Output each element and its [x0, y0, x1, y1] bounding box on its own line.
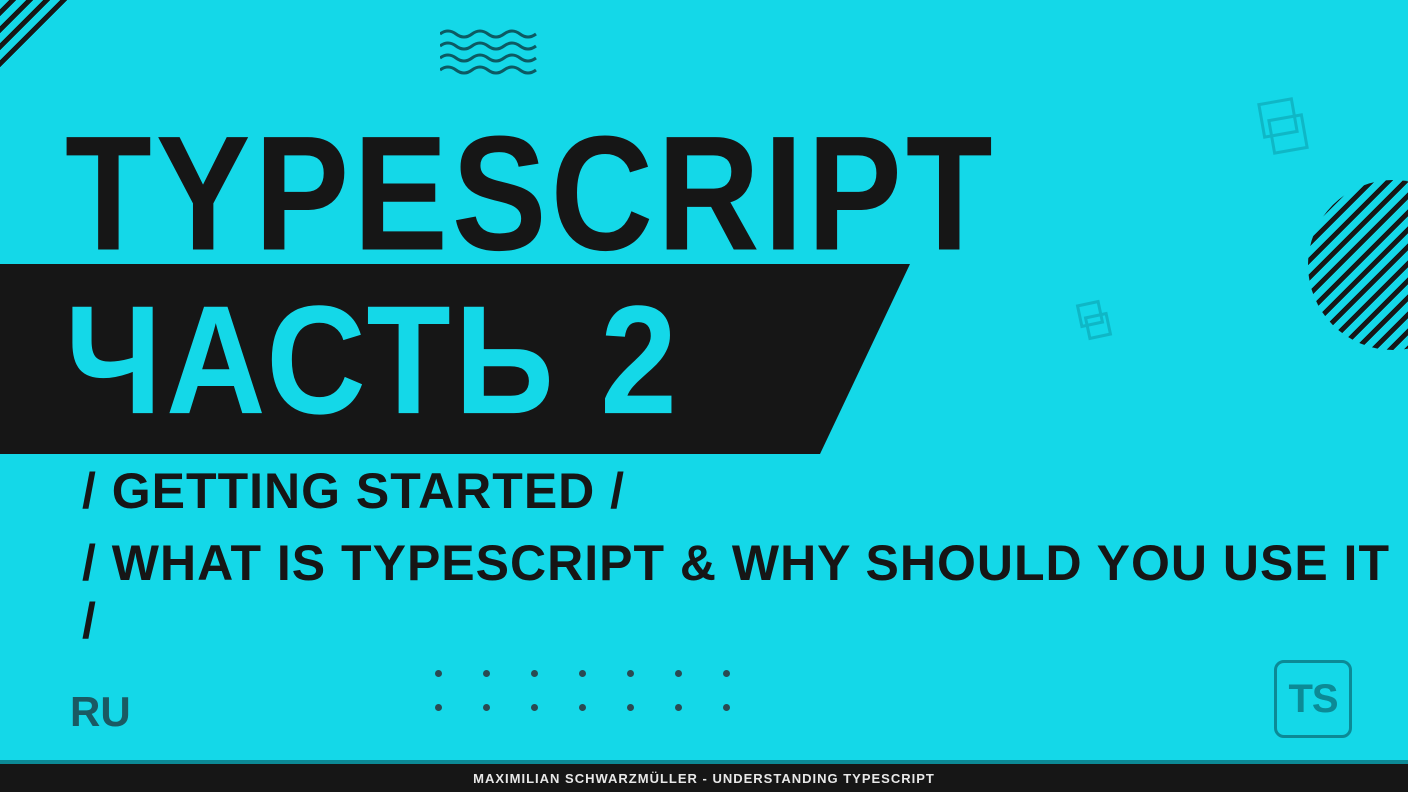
diagonal-circle-decoration — [1308, 180, 1408, 350]
typescript-logo: TS — [1274, 660, 1352, 738]
footer-bar: MAXIMILIAN SCHWARZMÜLLER - UNDERSTANDING… — [0, 764, 1408, 792]
square-outline-decoration — [1257, 97, 1299, 139]
typescript-logo-text: TS — [1288, 677, 1337, 722]
footer-text: MAXIMILIAN SCHWARZMÜLLER - UNDERSTANDING… — [473, 771, 935, 786]
part-number: ЧАСТЬ 2 — [65, 272, 681, 450]
main-title: TYPESCRIPT — [65, 100, 997, 289]
diagonal-lines-decoration — [0, 0, 110, 110]
language-label: RU — [70, 688, 131, 736]
dots-grid-decoration — [435, 670, 771, 738]
subtitle-line-2: / WHAT IS TYPESCRIPT & WHY SHOULD YOU US… — [82, 534, 1408, 650]
square-outline-decoration — [1076, 300, 1104, 328]
waves-decoration — [440, 28, 540, 76]
subtitle-line-1: / GETTING STARTED / — [82, 462, 625, 520]
